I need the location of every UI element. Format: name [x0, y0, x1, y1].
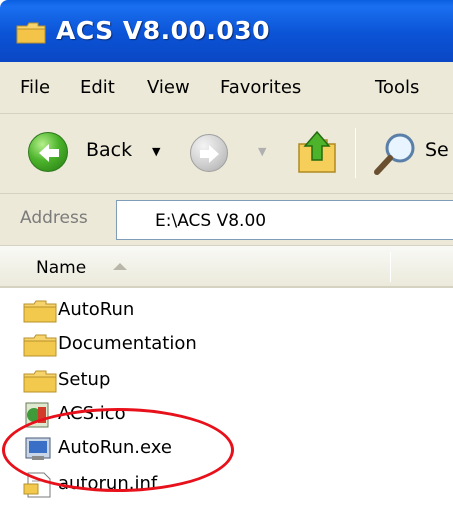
item-name: Documentation [58, 333, 197, 354]
menu-file[interactable]: File [20, 77, 50, 98]
menu-favorites[interactable]: Favorites [220, 77, 301, 98]
back-label[interactable]: Back [86, 139, 132, 161]
address-label: Address [20, 208, 88, 228]
highlight-ellipse [2, 408, 234, 492]
search-label[interactable]: Se [425, 139, 449, 161]
toolbar: Back ▼ ▼ Se [0, 114, 453, 194]
folder-icon [23, 300, 57, 323]
toolbar-separator [355, 128, 356, 178]
address-input[interactable]: E:\ACS V8.00 [116, 200, 453, 240]
forward-button[interactable] [190, 134, 228, 172]
forward-dropdown-icon[interactable]: ▼ [258, 145, 266, 158]
back-button[interactable] [28, 132, 68, 172]
item-name: Setup [58, 369, 111, 390]
window-title: ACS V8.00.030 [56, 16, 271, 45]
folder-icon [23, 370, 57, 393]
item-name: AutoRun [58, 299, 135, 320]
folder-icon [23, 334, 57, 357]
title-bar[interactable]: ACS V8.00.030 [0, 0, 453, 62]
sort-ascending-icon [113, 263, 127, 270]
address-value: E:\ACS V8.00 [155, 211, 267, 231]
menu-edit[interactable]: Edit [80, 77, 115, 98]
column-header: Name [0, 246, 453, 288]
back-arrow-icon [39, 144, 59, 162]
address-bar: Address E:\ACS V8.00 [0, 194, 453, 246]
folder-icon [16, 22, 46, 44]
column-name-header[interactable]: Name [36, 258, 86, 278]
folder-up-icon[interactable] [295, 130, 339, 176]
back-dropdown-icon[interactable]: ▼ [152, 145, 160, 158]
menu-bar: File Edit View Favorites Tools [0, 62, 453, 114]
column-divider[interactable] [390, 252, 391, 282]
menu-tools[interactable]: Tools [375, 77, 419, 98]
search-icon[interactable] [372, 130, 420, 178]
forward-arrow-icon [200, 145, 219, 163]
menu-view[interactable]: View [147, 77, 190, 98]
